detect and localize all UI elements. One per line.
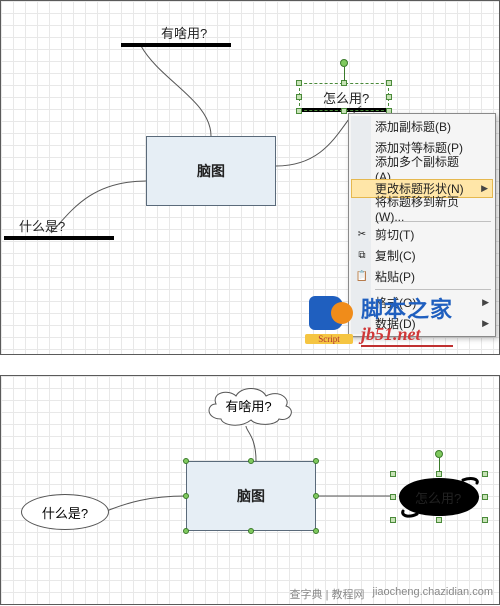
menu-add-subtopic[interactable]: 添加副标题(B) — [351, 116, 493, 137]
branch-right-brush-label: 怎么用? — [415, 488, 461, 507]
center-node-label: 脑图 — [197, 161, 225, 181]
branch-top-label[interactable]: 有啥用? — [161, 23, 207, 42]
branch-left-underline — [4, 236, 114, 240]
watermark-logo: Script 脚本之家 jb51.net — [305, 292, 453, 347]
resize-handle-w[interactable] — [296, 94, 302, 100]
scissors-icon: ✂ — [355, 228, 369, 242]
sel2-s[interactable] — [436, 517, 442, 523]
handle-s[interactable] — [248, 528, 254, 534]
resize-handle-s[interactable] — [341, 108, 347, 114]
copy-icon: ⧉ — [355, 249, 369, 263]
resize-handle-ne[interactable] — [386, 80, 392, 86]
watermark-text: 脚本之家 jb51.net — [361, 292, 453, 347]
resize-handle-sw[interactable] — [296, 108, 302, 114]
branch-top-underline — [121, 43, 231, 47]
handle-ne[interactable] — [313, 458, 319, 464]
center-node-bottom[interactable]: 脑图 — [186, 461, 316, 531]
handle-n[interactable] — [248, 458, 254, 464]
center-node-bottom-label: 脑图 — [237, 486, 265, 506]
selection-rect — [299, 83, 389, 111]
diagram-panel-bottom: 脑图 有啥用? 什么是? 怎么用? 查字典 | 教程网 — [0, 375, 500, 605]
center-node[interactable]: 脑图 — [146, 136, 276, 206]
footer-watermark: 查字典 | 教程网 jiaocheng.chazidian.com — [290, 586, 493, 602]
rotate-handle[interactable] — [340, 59, 348, 67]
sel2-sw[interactable] — [390, 517, 396, 523]
handle-se[interactable] — [313, 528, 319, 534]
sel2-ne[interactable] — [482, 471, 488, 477]
chevron-right-icon: ▶ — [482, 297, 489, 308]
chevron-right-icon: ▶ — [481, 183, 488, 194]
resize-handle-e[interactable] — [386, 94, 392, 100]
rotate-handle-2[interactable] — [435, 450, 443, 458]
menu-copy[interactable]: ⧉ 复制(C) — [351, 245, 493, 266]
rotate-line — [344, 67, 345, 81]
menu-add-multiple-subtopics[interactable]: 添加多个副标题(A)... — [351, 158, 493, 179]
branch-left-oval[interactable]: 什么是? — [21, 494, 109, 530]
branch-top-cloud-label: 有啥用? — [225, 396, 271, 415]
menu-cut[interactable]: ✂ 剪切(T) — [351, 224, 493, 245]
branch-left-oval-label: 什么是? — [42, 503, 88, 522]
jb-logo-icon: Script — [305, 296, 353, 344]
sel2-se[interactable] — [482, 517, 488, 523]
clipboard-icon: 📋 — [355, 270, 369, 284]
chevron-right-icon: ▶ — [482, 318, 489, 329]
menu-paste[interactable]: 📋 粘贴(P) — [351, 266, 493, 287]
branch-top-cloud[interactable]: 有啥用? — [201, 384, 296, 426]
handle-nw[interactable] — [183, 458, 189, 464]
menu-move-to-new-page[interactable]: 将标题移到新页(W)... — [351, 198, 493, 219]
branch-left-label[interactable]: 什么是? — [19, 216, 65, 235]
sel2-e[interactable] — [482, 494, 488, 500]
sel2-w[interactable] — [390, 494, 396, 500]
sel2-nw[interactable] — [390, 471, 396, 477]
branch-right-brush-oval[interactable]: 怎么用? — [393, 474, 485, 520]
resize-handle-nw[interactable] — [296, 80, 302, 86]
menu-separator-2 — [375, 289, 491, 290]
rotate-line-2 — [439, 458, 440, 472]
handle-sw[interactable] — [183, 528, 189, 534]
handle-w[interactable] — [183, 493, 189, 499]
handle-e[interactable] — [313, 493, 319, 499]
